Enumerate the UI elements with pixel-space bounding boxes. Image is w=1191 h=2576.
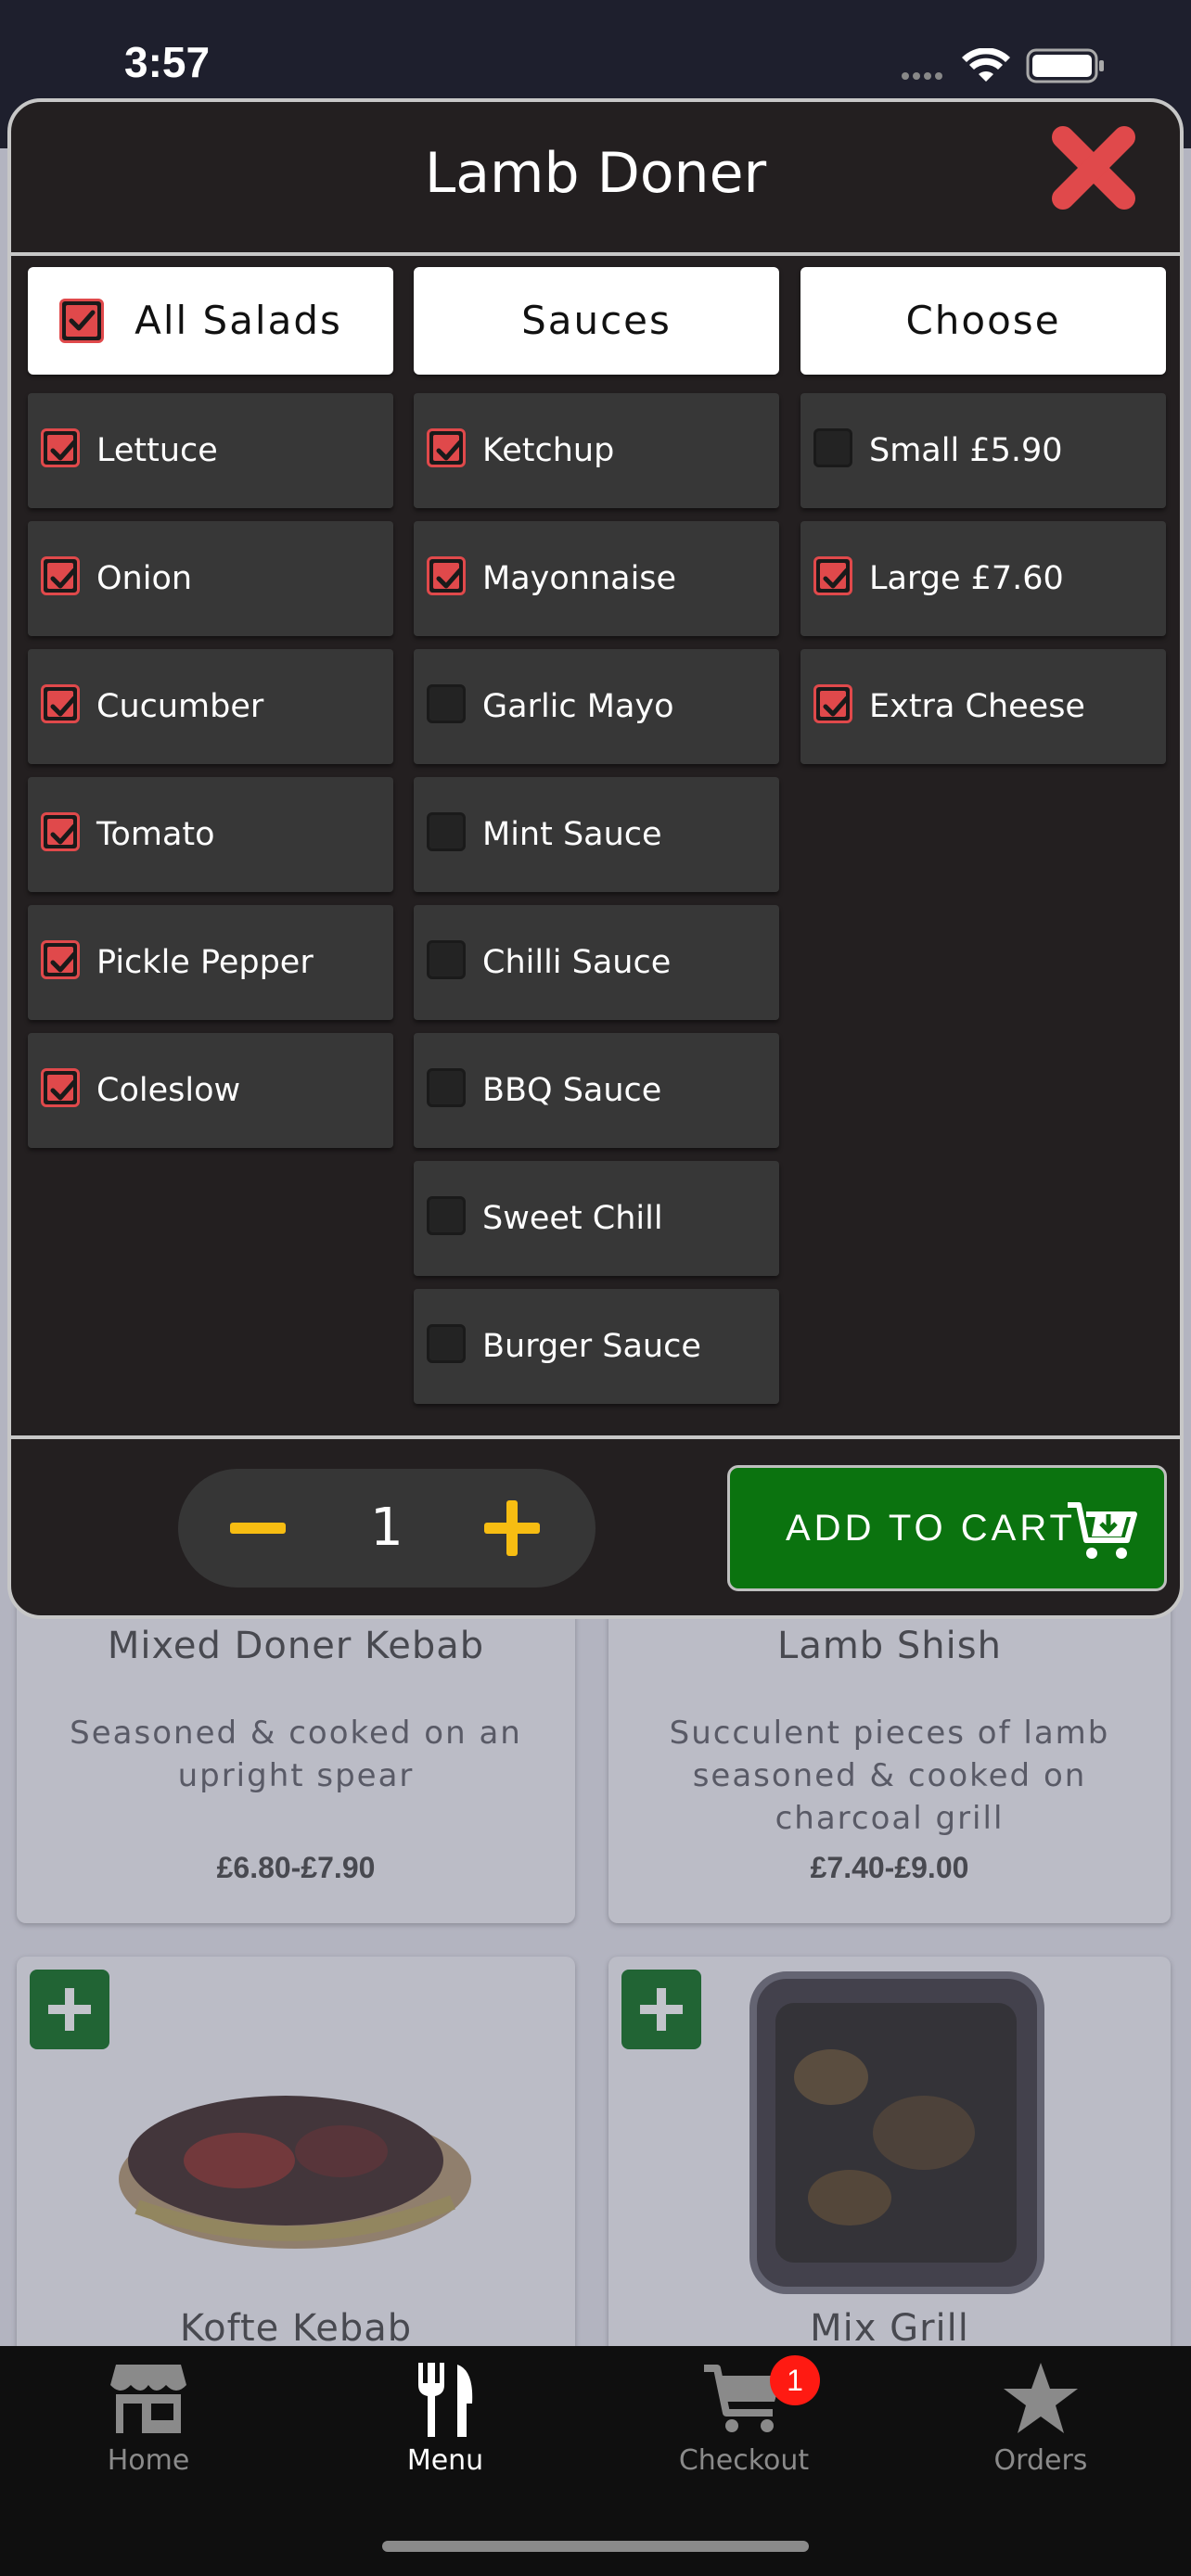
tab-label: Menu — [406, 2444, 484, 2477]
tab-orders[interactable]: Orders — [948, 2346, 1133, 2504]
star-icon — [1004, 2363, 1078, 2433]
tab-checkout[interactable]: 1 Checkout — [651, 2346, 837, 2504]
home-indicator — [382, 2541, 809, 2552]
option-label: Chilli Sauce — [482, 944, 672, 981]
checkbox-unchecked[interactable] — [427, 1196, 466, 1235]
tab-label: Home — [107, 2444, 190, 2477]
signal-icon — [902, 72, 942, 80]
option-label: Ketchup — [482, 432, 615, 469]
option-item[interactable]: Burger Sauce — [414, 1289, 779, 1404]
wifi-icon — [962, 48, 1010, 82]
tab-home[interactable]: Home — [56, 2346, 241, 2504]
option-label: Cucumber — [96, 688, 264, 725]
option-label: Small £5.90 — [869, 432, 1063, 469]
tab-menu[interactable]: Menu — [352, 2346, 538, 2504]
quantity-stepper[interactable]: 1 — [178, 1469, 596, 1588]
checkbox-checked[interactable] — [41, 428, 80, 467]
option-label: Coleslow — [96, 1072, 241, 1109]
checkbox-unchecked[interactable] — [427, 1068, 466, 1107]
option-label: Burger Sauce — [482, 1328, 701, 1365]
checkbox-unchecked[interactable] — [427, 940, 466, 979]
column-header-label: Choose — [905, 298, 1061, 343]
option-item[interactable]: Coleslow — [28, 1033, 393, 1148]
checkbox-checked[interactable] — [41, 1068, 80, 1107]
option-item[interactable]: Tomato — [28, 777, 393, 892]
tab-label: Checkout — [678, 2444, 810, 2477]
column-header-label: All Salads — [134, 298, 342, 343]
status-icons — [902, 48, 1104, 83]
cart-add-icon — [1068, 1502, 1137, 1559]
divider — [11, 1435, 1180, 1439]
column-header: Choose — [800, 267, 1166, 375]
checkbox-checked[interactable] — [41, 812, 80, 851]
cart-count-badge: 1 — [770, 2355, 820, 2405]
column-header-label: Sauces — [521, 298, 672, 343]
option-item[interactable]: Chilli Sauce — [414, 905, 779, 1020]
checkbox-checked[interactable] — [41, 940, 80, 979]
option-item[interactable]: Extra Cheese — [800, 649, 1166, 764]
fork-knife-icon — [418, 2363, 473, 2437]
checkbox-unchecked[interactable] — [813, 428, 852, 467]
option-label: Mayonnaise — [482, 560, 677, 597]
option-item[interactable]: Ketchup — [414, 393, 779, 508]
option-item[interactable]: Cucumber — [28, 649, 393, 764]
battery-icon — [1026, 48, 1104, 83]
option-item[interactable]: Large £7.60 — [800, 521, 1166, 636]
divider — [11, 252, 1180, 256]
option-item[interactable]: BBQ Sauce — [414, 1033, 779, 1148]
quantity-value: 1 — [370, 1498, 403, 1558]
option-item[interactable]: Lettuce — [28, 393, 393, 508]
store-icon — [110, 2365, 186, 2433]
option-item[interactable]: Small £5.90 — [800, 393, 1166, 508]
checkbox-checked[interactable] — [41, 556, 80, 595]
modal-title: Lamb Doner — [424, 141, 767, 206]
option-label: Sweet Chill — [482, 1200, 663, 1237]
column-header[interactable]: All Salads — [28, 267, 393, 375]
option-label: Pickle Pepper — [96, 944, 314, 981]
minus-icon[interactable] — [230, 1511, 286, 1545]
checkbox-unchecked[interactable] — [427, 812, 466, 851]
checkbox-checked[interactable] — [813, 556, 852, 595]
option-label: Extra Cheese — [869, 688, 1085, 725]
option-item[interactable]: Onion — [28, 521, 393, 636]
checkbox-unchecked[interactable] — [427, 684, 466, 723]
checkbox-checked[interactable] — [427, 556, 466, 595]
option-item[interactable]: Mint Sauce — [414, 777, 779, 892]
add-to-cart-label: ADD TO CART — [786, 1508, 1076, 1549]
option-label: Tomato — [96, 816, 215, 853]
plus-icon[interactable] — [484, 1500, 540, 1556]
add-to-cart-button[interactable]: ADD TO CART — [727, 1465, 1167, 1591]
checkbox-checked[interactable] — [813, 684, 852, 723]
checkbox-checked[interactable] — [41, 684, 80, 723]
option-item[interactable]: Garlic Mayo — [414, 649, 779, 764]
checkbox-checked[interactable] — [427, 428, 466, 467]
option-label: Lettuce — [96, 432, 218, 469]
option-label: Onion — [96, 560, 193, 597]
option-label: Garlic Mayo — [482, 688, 674, 725]
close-icon[interactable] — [1041, 115, 1146, 221]
option-item[interactable]: Sweet Chill — [414, 1161, 779, 1276]
column-header: Sauces — [414, 267, 779, 375]
checkbox-unchecked[interactable] — [427, 1324, 466, 1363]
item-options-modal: Lamb Doner All Salads Lettuce Onion Cucumbe… — [7, 98, 1184, 1619]
option-label: Large £7.60 — [869, 560, 1064, 597]
status-time: 3:57 — [124, 38, 211, 86]
option-label: BBQ Sauce — [482, 1072, 662, 1109]
option-item[interactable]: Mayonnaise — [414, 521, 779, 636]
option-item[interactable]: Pickle Pepper — [28, 905, 393, 1020]
option-label: Mint Sauce — [482, 816, 662, 853]
tab-label: Orders — [993, 2444, 1088, 2477]
